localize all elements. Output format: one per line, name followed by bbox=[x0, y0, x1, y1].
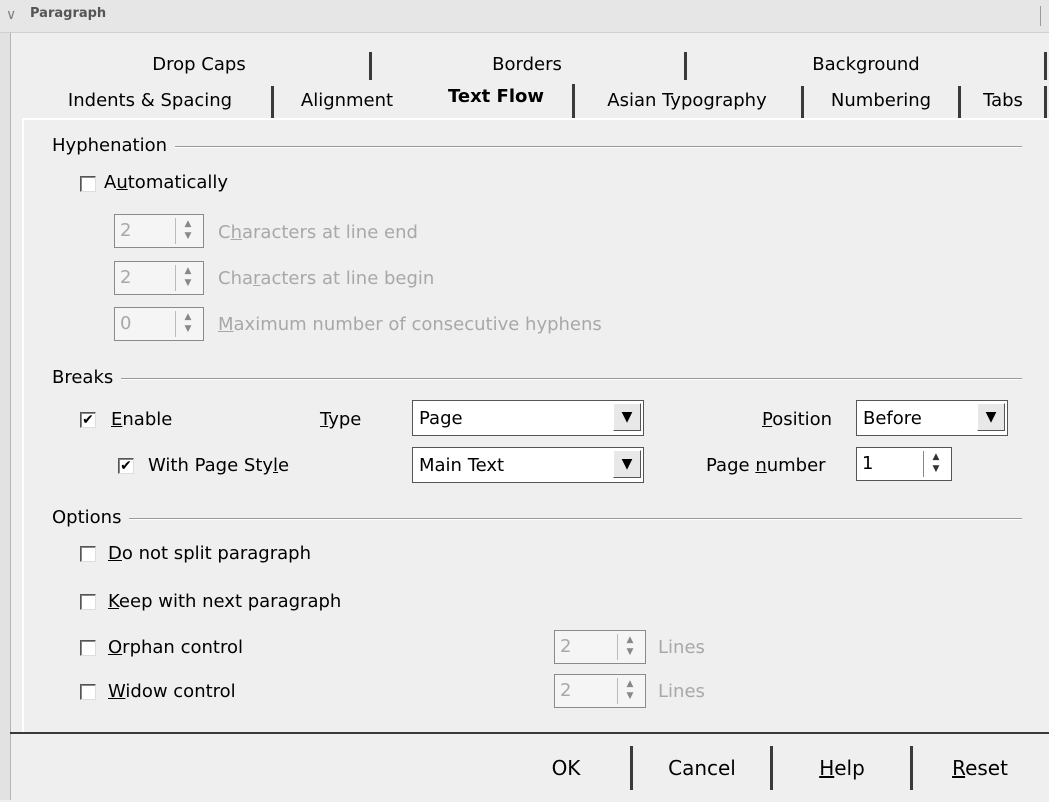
keep-with-next-checkbox[interactable] bbox=[80, 594, 96, 610]
ok-button[interactable]: OK bbox=[504, 746, 628, 790]
window-title: Paragraph bbox=[30, 6, 107, 21]
widow-control-checkbox[interactable] bbox=[80, 684, 96, 700]
spinner-arrows-icon[interactable]: ▲ ▼ bbox=[175, 218, 200, 244]
dropdown-arrow-icon[interactable]: ▼ bbox=[613, 450, 641, 478]
tab-borders[interactable]: Borders bbox=[372, 48, 682, 82]
orphan-control-checkbox[interactable] bbox=[80, 640, 96, 656]
widow-lines-label: Lines bbox=[658, 681, 705, 702]
tab-separator bbox=[271, 86, 274, 118]
enable-checkbox[interactable]: ✔ bbox=[80, 412, 96, 428]
tab-separator bbox=[1044, 52, 1047, 80]
title-bar bbox=[0, 0, 1049, 33]
do-not-split-label: Do not split paragraph bbox=[108, 543, 311, 564]
button-separator bbox=[770, 746, 773, 790]
type-label: Type bbox=[320, 409, 362, 430]
dropdown-arrow-icon[interactable]: ▼ bbox=[613, 403, 641, 431]
tab-asian-typography[interactable]: Asian Typography bbox=[577, 84, 797, 118]
tab-numbering[interactable]: Numbering bbox=[806, 84, 956, 118]
tab-tabs[interactable]: Tabs bbox=[963, 84, 1043, 118]
max-hyphens-label: Maximum number of consecutive hyphens bbox=[218, 314, 602, 335]
chars-line-end-spinner[interactable]: 2 ▲ ▼ bbox=[114, 214, 204, 248]
widow-control-label: Widow control bbox=[108, 681, 236, 702]
chars-line-begin-label: Characters at line begin bbox=[218, 268, 435, 289]
spinner-arrows-icon[interactable]: ▲ ▼ bbox=[617, 634, 642, 660]
breaks-group-line bbox=[52, 378, 1022, 380]
orphan-lines-label: Lines bbox=[658, 637, 705, 658]
keep-with-next-label: Keep with next paragraph bbox=[108, 591, 342, 612]
tab-indents-spacing[interactable]: Indents & Spacing bbox=[32, 84, 268, 118]
title-bar-edge bbox=[1040, 6, 1047, 26]
spinner-arrows-icon[interactable]: ▲ ▼ bbox=[175, 265, 200, 291]
help-button[interactable]: Help bbox=[776, 746, 908, 790]
hyphenation-group-label: Hyphenation bbox=[52, 135, 176, 156]
cancel-button[interactable]: Cancel bbox=[636, 746, 768, 790]
tab-separator bbox=[1044, 86, 1047, 118]
with-page-style-label: With Page Style bbox=[148, 455, 290, 476]
tab-background[interactable]: Background bbox=[688, 48, 1044, 82]
hyphenation-group-line bbox=[52, 146, 1022, 148]
tab-alignment[interactable]: Alignment bbox=[275, 84, 419, 118]
tab-separator bbox=[572, 84, 575, 120]
reset-button[interactable]: Reset bbox=[916, 746, 1044, 790]
max-hyphens-spinner[interactable]: 0 ▲ ▼ bbox=[114, 307, 204, 341]
breaks-group-label: Breaks bbox=[52, 367, 122, 388]
dropdown-arrow-icon[interactable]: ▼ bbox=[977, 403, 1005, 431]
position-label: Position bbox=[762, 409, 833, 430]
orphan-control-label: Orphan control bbox=[108, 637, 243, 658]
tab-separator bbox=[801, 86, 804, 118]
window-menu-chevron-icon[interactable]: ∨ bbox=[6, 8, 24, 22]
chars-line-end-label: Characters at line end bbox=[218, 222, 418, 243]
automatically-checkbox[interactable] bbox=[80, 176, 96, 192]
enable-label: Enable bbox=[111, 409, 173, 430]
automatically-label: Automatically bbox=[104, 172, 229, 193]
tab-drop-caps[interactable]: Drop Caps bbox=[30, 48, 368, 82]
page-number-spinner[interactable]: 1 ▲ ▼ bbox=[856, 447, 952, 481]
options-group-line bbox=[52, 518, 1022, 520]
do-not-split-checkbox[interactable] bbox=[80, 546, 96, 562]
tab-separator bbox=[684, 52, 687, 80]
button-separator bbox=[910, 746, 913, 790]
spinner-arrows-icon[interactable]: ▲ ▼ bbox=[175, 311, 200, 337]
button-separator bbox=[630, 746, 633, 790]
spinner-arrows-icon[interactable]: ▲ ▼ bbox=[923, 451, 948, 477]
tab-separator bbox=[958, 86, 961, 118]
spinner-arrows-icon[interactable]: ▲ ▼ bbox=[617, 678, 642, 704]
options-group-label: Options bbox=[52, 507, 130, 528]
break-position-select[interactable]: Before ▼ bbox=[856, 400, 1008, 436]
break-type-select[interactable]: Page ▼ bbox=[412, 400, 644, 436]
tab-text-flow[interactable]: Text Flow bbox=[422, 80, 570, 114]
with-page-style-checkbox[interactable]: ✔ bbox=[118, 458, 134, 474]
page-number-label: Page number bbox=[706, 455, 826, 476]
page-style-select[interactable]: Main Text ▼ bbox=[412, 447, 644, 483]
orphan-lines-spinner[interactable]: 2 ▲ ▼ bbox=[554, 630, 646, 664]
widow-lines-spinner[interactable]: 2 ▲ ▼ bbox=[554, 674, 646, 708]
chars-line-begin-spinner[interactable]: 2 ▲ ▼ bbox=[114, 261, 204, 295]
window-frame-left bbox=[0, 33, 11, 800]
